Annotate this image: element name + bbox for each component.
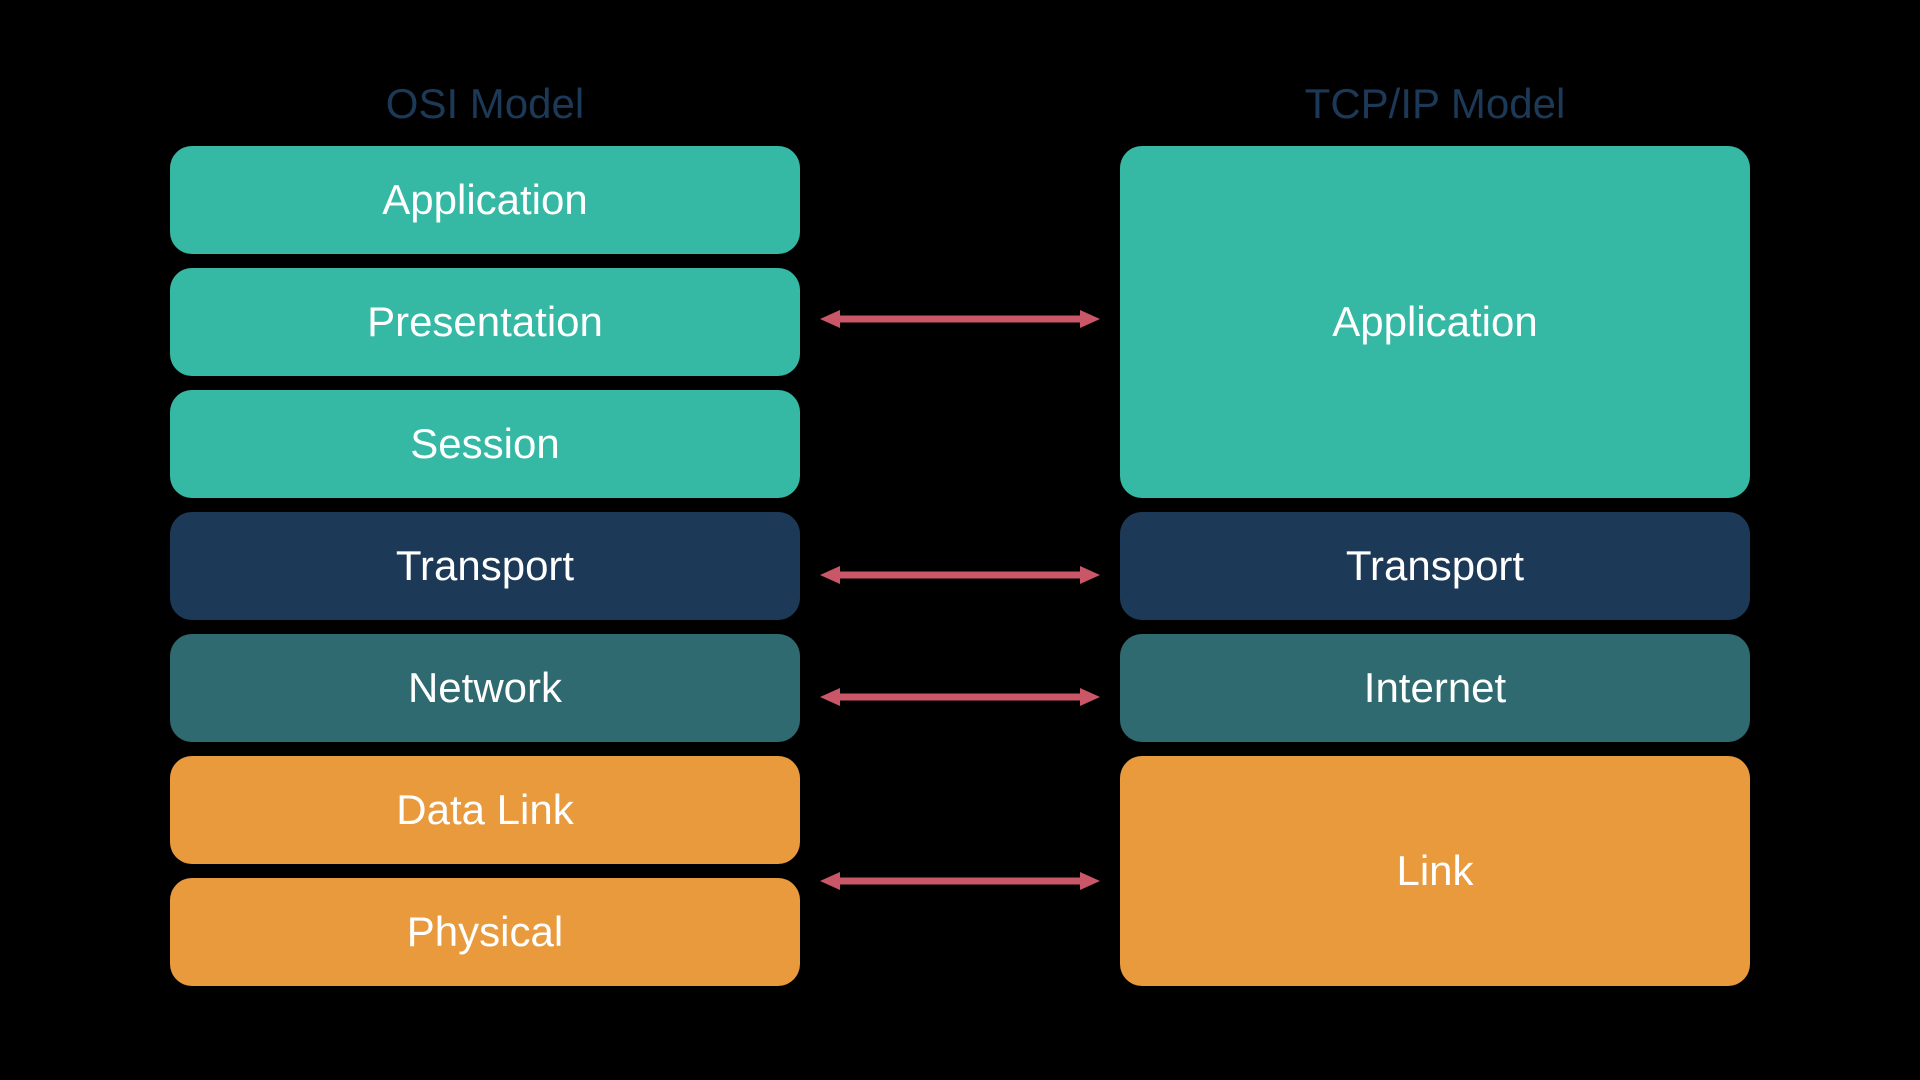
osi-layer-network: Network [170, 634, 800, 742]
mapping-arrows-column [800, 80, 1120, 1000]
tcpip-layer-internet: Internet [1120, 634, 1750, 742]
double-arrow-icon [820, 688, 1100, 706]
tcpip-heading: TCP/IP Model [1120, 80, 1750, 128]
osi-layer-data-link: Data Link [170, 756, 800, 864]
osi-layer-label: Physical [407, 908, 563, 956]
osi-layer-label: Presentation [367, 298, 603, 346]
mapping-arrow-application [800, 310, 1120, 328]
osi-layer-transport: Transport [170, 512, 800, 620]
double-arrow-icon [820, 310, 1100, 328]
osi-layer-label: Data Link [396, 786, 573, 834]
tcpip-layer-label: Link [1396, 847, 1473, 895]
tcpip-column: TCP/IP Model Application Transport Inter… [1120, 80, 1750, 1000]
osi-layer-session: Session [170, 390, 800, 498]
tcpip-layer-application: Application [1120, 146, 1750, 498]
osi-layer-label: Network [408, 664, 562, 712]
osi-layer-label: Session [410, 420, 559, 468]
osi-layer-physical: Physical [170, 878, 800, 986]
tcpip-layer-link: Link [1120, 756, 1750, 986]
tcpip-layer-label: Application [1332, 298, 1537, 346]
osi-heading: OSI Model [170, 80, 800, 128]
osi-tcpip-comparison-diagram: OSI Model Application Presentation Sessi… [170, 80, 1750, 1000]
tcpip-layer-label: Transport [1346, 542, 1524, 590]
mapping-arrow-network [800, 688, 1120, 706]
double-arrow-icon [820, 566, 1100, 584]
mapping-arrow-transport [800, 566, 1120, 584]
tcpip-layer-transport: Transport [1120, 512, 1750, 620]
osi-layer-label: Application [382, 176, 587, 224]
osi-layer-application: Application [170, 146, 800, 254]
tcpip-layer-label: Internet [1364, 664, 1506, 712]
osi-layer-presentation: Presentation [170, 268, 800, 376]
osi-column: OSI Model Application Presentation Sessi… [170, 80, 800, 1000]
double-arrow-icon [820, 872, 1100, 890]
mapping-arrow-link [800, 872, 1120, 890]
osi-layer-label: Transport [396, 542, 574, 590]
